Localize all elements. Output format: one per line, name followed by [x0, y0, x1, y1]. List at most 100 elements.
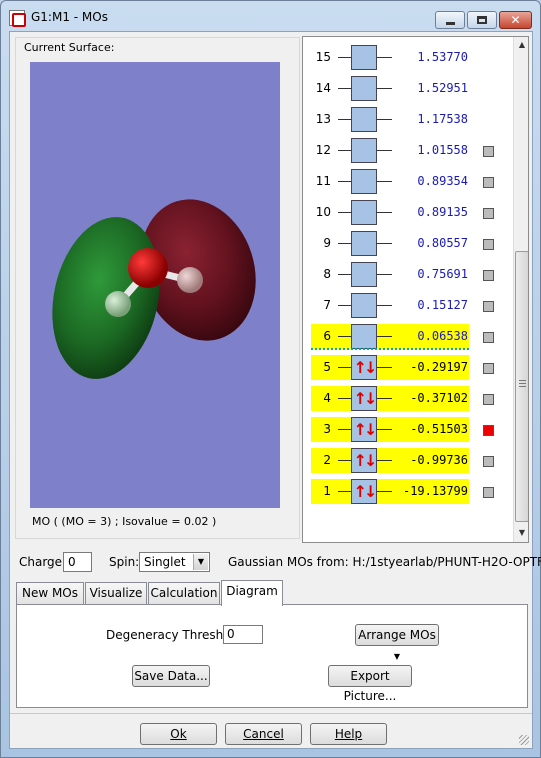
window-title: G1:M1 - MOs: [31, 10, 108, 24]
mo-orbital-box[interactable]: [351, 324, 377, 349]
spin-select[interactable]: Singlet ▼: [139, 552, 210, 572]
mo-row[interactable]: 8 0.75691: [303, 259, 513, 290]
dialog-client: Current Surface: MO ((MO = 3) ; Isovalu…: [9, 31, 541, 749]
scroll-up-icon[interactable]: ▲: [514, 37, 528, 53]
spin-label: Spin:: [109, 555, 140, 569]
mo-select-checkbox[interactable]: [483, 363, 494, 374]
close-button[interactable]: ✕: [499, 11, 532, 29]
mo-number: 1: [323, 484, 331, 498]
electron-pair-icon: ↑↓: [353, 389, 378, 408]
mo-orbital-box[interactable]: ↑↓: [351, 448, 377, 473]
mo-row[interactable]: 9 0.80557: [303, 228, 513, 259]
mo-select-checkbox[interactable]: [483, 177, 494, 188]
arrange-mos-label: Arrange MOs: [358, 628, 436, 642]
save-data-button[interactable]: Save Data...: [132, 665, 210, 687]
mo-row[interactable]: 5 ↑↓ -0.29197: [303, 352, 513, 383]
mo-row[interactable]: 1 ↑↓ -19.13799: [303, 476, 513, 507]
tab-new-mos[interactable]: New MOs: [16, 582, 84, 604]
mo-orbital-box[interactable]: ↑↓: [351, 417, 377, 442]
mo-orbital-box[interactable]: [351, 107, 377, 132]
mo-row[interactable]: 13 1.17538: [303, 104, 513, 135]
mo-row[interactable]: 11 0.89354: [303, 166, 513, 197]
scroll-down-icon[interactable]: ▼: [514, 525, 528, 541]
mo-energy: 0.06538: [417, 329, 468, 343]
mo-orbital-box[interactable]: [351, 45, 377, 70]
source-path: H:/1styearlab/PHUNT-H2O-OPTF-: [352, 555, 541, 569]
mo-row[interactable]: 2 ↑↓ -0.99736: [303, 445, 513, 476]
degeneracy-threshold-input[interactable]: 0: [223, 625, 263, 644]
chevron-down-icon[interactable]: ▼: [193, 554, 208, 570]
footer-divider: [10, 713, 532, 714]
tab-calculation[interactable]: Calculation: [148, 582, 220, 604]
minimize-icon: [445, 21, 455, 25]
mo-number: 5: [323, 360, 331, 374]
mo-orbital-box[interactable]: [351, 200, 377, 225]
scroll-thumb[interactable]: [515, 251, 528, 522]
mo-select-checkbox[interactable]: [483, 394, 494, 405]
mo-number: 11: [315, 174, 331, 188]
tab-visualize[interactable]: Visualize: [85, 582, 147, 604]
mo-number: 10: [315, 205, 331, 219]
mo-orbital-box[interactable]: [351, 293, 377, 318]
current-surface-label: Current Surface:: [24, 41, 115, 54]
electron-pair-icon: ↑↓: [353, 420, 378, 439]
oxygen-atom: [128, 248, 168, 288]
electron-pair-icon: ↑↓: [353, 451, 378, 470]
mo-select-checkbox[interactable]: [483, 301, 494, 312]
mo-select-checkbox[interactable]: [483, 146, 494, 157]
mo-orbital-box[interactable]: ↑↓: [351, 355, 377, 380]
mo-energy: -0.37102: [410, 391, 468, 405]
mo-orbital-box[interactable]: [351, 262, 377, 287]
maximize-button[interactable]: [467, 11, 497, 29]
surface-viewport[interactable]: [30, 62, 280, 508]
help-button[interactable]: Help: [310, 723, 387, 745]
mo-select-checkbox[interactable]: [483, 239, 494, 250]
mo-row[interactable]: 10 0.89135: [303, 197, 513, 228]
mo-number: 12: [315, 143, 331, 157]
mo-energy: -19.13799: [402, 484, 468, 498]
export-picture-button[interactable]: Export Picture...: [328, 665, 412, 703]
hydrogen-atom-1: [105, 291, 131, 317]
surface-panel: Current Surface: MO ((MO = 3) ; Isovalu…: [15, 37, 300, 539]
mo-orbital-box[interactable]: ↑↓: [351, 386, 377, 411]
mo-row[interactable]: 4 ↑↓ -0.37102: [303, 383, 513, 414]
mo-row[interactable]: 15 1.53770: [303, 42, 513, 73]
mo-row[interactable]: 3 ↑↓ -0.51503: [303, 414, 513, 445]
mo-energy: 0.80557: [417, 236, 468, 250]
mo-select-checkbox[interactable]: [483, 208, 494, 219]
mo-number: 14: [315, 81, 331, 95]
mo-row[interactable]: 14 1.52951: [303, 73, 513, 104]
mo-diagram-list[interactable]: 15 1.53770 14 1.52951 13 1.17538 12 1.01558 11 0.…: [302, 36, 529, 543]
mo-select-checkbox[interactable]: [483, 332, 494, 343]
mo-orbital-box[interactable]: [351, 76, 377, 101]
electron-pair-icon: ↑↓: [353, 482, 378, 501]
resize-grip-icon[interactable]: [519, 735, 529, 745]
mo-row[interactable]: 7 0.15127: [303, 290, 513, 321]
mo-orbital-box[interactable]: ↑↓: [351, 479, 377, 504]
cancel-button[interactable]: Cancel: [225, 723, 302, 745]
tab-diagram[interactable]: Diagram: [221, 580, 283, 606]
mo-energy: 0.15127: [417, 298, 468, 312]
mo-energy: 0.89135: [417, 205, 468, 219]
mo-select-checkbox[interactable]: [483, 270, 494, 281]
mo-select-checkbox[interactable]: [483, 456, 494, 467]
mo-row[interactable]: 12 1.01558: [303, 135, 513, 166]
mo-orbital-box[interactable]: [351, 231, 377, 256]
mo-energy: -0.29197: [410, 360, 468, 374]
minimize-button[interactable]: [435, 11, 465, 29]
charge-input[interactable]: 0: [63, 552, 92, 572]
mo-number: 2: [323, 453, 331, 467]
arrange-mos-button[interactable]: Arrange MOs ▼: [355, 624, 439, 661]
mo-number: 4: [323, 391, 331, 405]
mo-orbital-box[interactable]: [351, 138, 377, 163]
maximize-icon: [477, 16, 487, 24]
mo-orbital-box[interactable]: [351, 169, 377, 194]
mo-select-checkbox[interactable]: [483, 487, 494, 498]
mo-energy: -0.51503: [410, 422, 468, 436]
mo-list-scrollbar[interactable]: ▲ ▼: [513, 37, 528, 542]
ok-button[interactable]: Ok: [140, 723, 217, 745]
source-label: Gaussian MOs from:: [228, 555, 349, 569]
mo-select-checkbox[interactable]: [483, 425, 494, 436]
mos-window: G1:M1 - MOs ✕ Current Surface: MO ((MO …: [0, 0, 541, 758]
mo-number: 8: [323, 267, 331, 281]
